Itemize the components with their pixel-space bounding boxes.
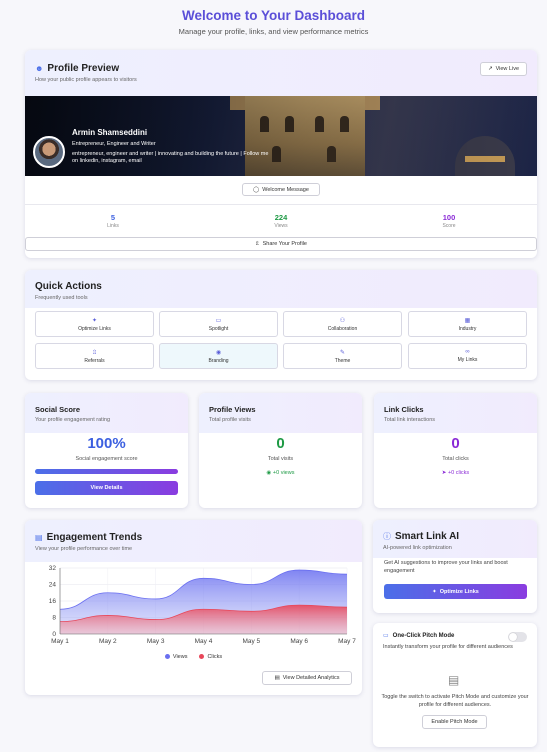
x-tick-label: May 4 bbox=[195, 638, 213, 645]
y-tick-label: 16 bbox=[49, 598, 57, 605]
link-clicks-title: Link Clicks bbox=[384, 405, 424, 414]
profile-views-title: Profile Views bbox=[209, 405, 256, 414]
y-tick-label: 0 bbox=[52, 631, 56, 638]
y-tick-label: 8 bbox=[52, 615, 56, 622]
brush-icon: ✎ bbox=[339, 350, 346, 356]
link-clicks-delta: ➤ +0 clicks bbox=[441, 470, 470, 476]
monitor-icon: ▭ bbox=[215, 318, 222, 324]
x-tick-label: May 7 bbox=[338, 638, 356, 645]
pointer-icon: ➤ bbox=[441, 470, 447, 476]
pitch-hint: Toggle the switch to activate Pitch Mode… bbox=[381, 694, 529, 708]
profile-name: Armin Shamseddini bbox=[72, 128, 148, 137]
palette-icon: ◉ bbox=[215, 350, 222, 356]
smart-link-subtitle: AI-powered link optimization bbox=[383, 545, 452, 551]
engagement-trends-card: ▤ Engagement Trends View your profile pe… bbox=[25, 520, 362, 695]
x-tick-label: May 5 bbox=[242, 638, 260, 645]
optimize-links-button[interactable]: ✦ Optimize Links bbox=[384, 584, 527, 599]
enable-pitch-mode-button[interactable]: Enable Pitch Mode bbox=[422, 715, 487, 729]
share-profile-button[interactable]: ⇫ Share Your Profile bbox=[25, 237, 537, 251]
sparkle-icon: ✦ bbox=[91, 318, 98, 324]
social-score-card: Social Score Your profile engagement rat… bbox=[25, 393, 188, 508]
profile-views-delta: ◉ +0 views bbox=[266, 470, 295, 476]
sparkle-icon: ✦ bbox=[432, 588, 437, 595]
legend-views: Views bbox=[164, 654, 187, 660]
chat-icon: ◯ bbox=[253, 186, 260, 193]
link-icon: ∞ bbox=[465, 349, 470, 355]
social-score-progress bbox=[35, 469, 178, 474]
social-score-subtitle: Your profile engagement rating bbox=[35, 417, 111, 423]
social-score-title: Social Score bbox=[35, 405, 81, 414]
link-clicks-label: Total clicks bbox=[442, 456, 469, 462]
x-tick-label: May 6 bbox=[290, 638, 308, 645]
info-icon: ⓘ bbox=[383, 532, 391, 541]
quick-action-spotlight[interactable]: ▭ Spotlight bbox=[159, 311, 278, 337]
view-analytics-button[interactable]: ▤ View Detailed Analytics bbox=[262, 671, 352, 685]
social-score-value: 100% bbox=[87, 435, 126, 452]
profile-preview-subtitle: How your public profile appears to visit… bbox=[35, 77, 137, 83]
stat-views: 224 Views bbox=[274, 213, 288, 229]
users-icon: ⚇ bbox=[339, 318, 346, 324]
smart-link-title: Smart Link AI bbox=[395, 531, 460, 542]
link-clicks-card: Link Clicks Total link interactions 0 To… bbox=[374, 393, 537, 508]
smart-link-text: Get AI suggestions to improve your links… bbox=[384, 560, 508, 574]
quick-action-my-links[interactable]: ∞ My Links bbox=[408, 343, 527, 369]
engagement-title: Engagement Trends bbox=[46, 532, 143, 543]
profile-tagline: Entrepreneur, Engineer and Writer bbox=[72, 141, 156, 147]
x-tick-label: May 3 bbox=[147, 638, 165, 645]
avatar bbox=[33, 136, 65, 168]
social-score-label: Social engagement score bbox=[75, 456, 138, 462]
profile-preview-card: ☻ Profile Preview How your public profil… bbox=[25, 50, 537, 258]
profile-preview-title: Profile Preview bbox=[47, 63, 120, 74]
y-tick-label: 32 bbox=[49, 565, 57, 572]
chart-legend: Views Clicks bbox=[25, 654, 362, 660]
quick-action-industry[interactable]: ▦ Industry bbox=[408, 311, 527, 337]
eye-icon: ◉ bbox=[266, 470, 272, 476]
quick-action-collaboration[interactable]: ⚇ Collaboration bbox=[283, 311, 402, 337]
pitch-title: ▭ One-Click Pitch Mode bbox=[383, 632, 455, 640]
user-icon: ☻ bbox=[35, 64, 44, 73]
pitch-mode-toggle[interactable] bbox=[508, 632, 527, 642]
chart-icon: ▤ bbox=[35, 533, 43, 542]
link-clicks-value: 0 bbox=[451, 435, 460, 452]
presentation-icon: ▭ bbox=[383, 633, 389, 639]
share-icon: ⇫ bbox=[255, 241, 260, 247]
engagement-chart: 0 8 16 24 32 May 1 May 2 May 3 May 4 May 5 May 6 Ma… bbox=[49, 565, 356, 645]
legend-clicks: Clicks bbox=[199, 654, 222, 660]
quick-action-branding[interactable]: ◉ Branding bbox=[159, 343, 278, 369]
quick-action-referrals[interactable]: ⇫ Referrals bbox=[35, 343, 154, 369]
x-tick-label: May 1 bbox=[51, 638, 69, 645]
quick-action-optimize-links[interactable]: ✦ Optimize Links bbox=[35, 311, 154, 337]
profile-views-subtitle: Total profile visits bbox=[209, 417, 251, 423]
profile-views-label: Total visits bbox=[267, 456, 294, 462]
y-tick-label: 24 bbox=[49, 582, 57, 589]
x-tick-label: May 2 bbox=[99, 638, 117, 645]
profile-views-card: Profile Views Total profile visits 0 Tot… bbox=[199, 393, 362, 508]
view-live-button[interactable]: ↗ View Live bbox=[480, 62, 527, 76]
pitch-mode-card: ▭ One-Click Pitch Mode Instantly transfo… bbox=[373, 623, 537, 747]
quick-actions-title: Quick Actions bbox=[35, 281, 102, 292]
page-subtitle: Manage your profile, links, and view per… bbox=[178, 27, 369, 36]
profile-bio: entrepreneur, engineer and writer | inno… bbox=[72, 151, 269, 165]
smart-link-card: ⓘ Smart Link AI AI-powered link optimiza… bbox=[373, 520, 537, 613]
quick-action-theme[interactable]: ✎ Theme bbox=[283, 343, 402, 369]
stat-links: 5 Links bbox=[107, 213, 119, 229]
quick-actions-card: Quick Actions Frequently used tools ✦ Opt… bbox=[25, 270, 537, 380]
engagement-subtitle: View your profile performance over time bbox=[35, 546, 133, 552]
quick-actions-subtitle: Frequently used tools bbox=[35, 295, 88, 301]
profile-views-value: 0 bbox=[276, 435, 285, 452]
presentation-icon: ▤ bbox=[448, 673, 460, 687]
welcome-message-button[interactable]: ◯ Welcome Message bbox=[242, 183, 320, 196]
profile-banner: Armin Shamseddini Entrepreneur, Engineer… bbox=[25, 96, 537, 176]
bar-chart-icon: ▤ bbox=[274, 675, 280, 681]
view-details-button[interactable]: View Details bbox=[35, 481, 178, 495]
link-clicks-subtitle: Total link interactions bbox=[384, 417, 436, 423]
page-title: Welcome to Your Dashboard bbox=[181, 8, 366, 23]
share-icon: ⇫ bbox=[91, 350, 98, 356]
stat-score: 100 Score bbox=[442, 213, 456, 229]
pitch-description: Instantly transform your profile for dif… bbox=[383, 644, 513, 650]
external-link-icon: ↗ bbox=[487, 66, 493, 72]
building-icon: ▦ bbox=[464, 318, 471, 324]
